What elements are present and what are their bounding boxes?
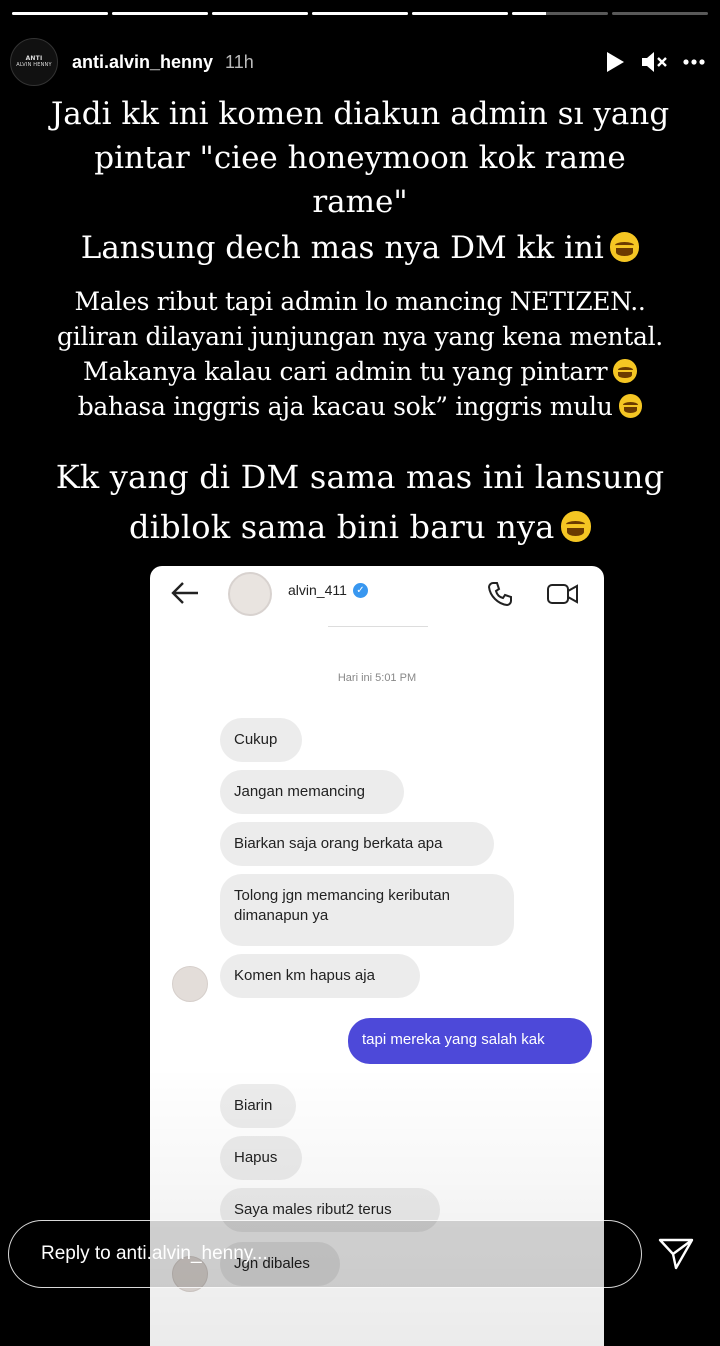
more-icon[interactable] [682, 50, 706, 74]
video-camera-icon [546, 580, 580, 613]
dm-message-text: Cukup [234, 731, 278, 748]
dm-date-label: Hari ini 5:01 PM [337, 672, 417, 684]
account-avatar[interactable]: ANTI ALVIN HENNY [10, 38, 58, 86]
story-text-line: diblok sama bini baru nya [129, 508, 555, 546]
back-arrow-icon [170, 580, 200, 611]
reply-placeholder: Reply to anti.alvin_henny... [41, 1243, 268, 1264]
progress-fill [12, 12, 108, 15]
rofl-emoji-icon [618, 394, 643, 418]
story-text-line: Males ribut tapi admin lo mancing NETIZE… [74, 287, 646, 316]
speaker-muted-icon[interactable] [640, 50, 668, 74]
dm-message-bubble: Jangan memancing [220, 770, 404, 814]
send-icon[interactable] [656, 1234, 696, 1279]
story-text-line: giliran dilayani junjungan nya yang kena… [57, 322, 663, 351]
dm-sender-avatar [172, 966, 208, 1002]
dm-message-bubble-outgoing: tapi mereka yang salah kak [348, 1018, 592, 1064]
story-text-line: Jadi kk ini komen diakun admin sı yang [50, 96, 670, 132]
story-text-block-3: Kk yang di DM sama mas ini lansung diblo… [0, 452, 720, 552]
dm-message-bubble: Komen km hapus aja [220, 954, 420, 998]
story-text-block-2: Males ribut tapi admin lo mancing NETIZE… [0, 284, 720, 424]
dm-message-text: Biarin [234, 1097, 273, 1114]
progress-fill [512, 12, 546, 15]
laughing-emoji-icon [609, 232, 640, 262]
phone-icon [486, 580, 514, 613]
story-header: ANTI ALVIN HENNY anti.alvin_henny 11h [10, 38, 706, 86]
play-icon[interactable] [604, 50, 626, 74]
dm-message-text: Komen km hapus aja [234, 967, 375, 984]
dm-message-text: Jangan memancing [234, 783, 365, 800]
progress-segment [212, 12, 308, 15]
story-text-line: bahasa inggris aja kacau sok” inggris mu… [77, 392, 613, 421]
laughing-emoji-icon [613, 359, 637, 383]
reply-input[interactable]: Reply to anti.alvin_henny... [8, 1220, 642, 1288]
laughing-emoji-icon [560, 511, 591, 542]
story-text-line: Lansung dech mas nya DM kk ini [80, 230, 604, 266]
story-text-line: Makanya kalau cari admin tu yang pintarr [83, 357, 608, 386]
progress-fill [212, 12, 308, 15]
dm-username: alvin_411 [288, 582, 347, 598]
dm-contact-avatar [228, 572, 272, 616]
dm-message-bubble: Biarin [220, 1084, 296, 1128]
progress-fill [312, 12, 408, 15]
dm-message-bubble: Hapus [220, 1136, 302, 1180]
verified-badge-icon: ✓ [352, 582, 368, 598]
story-progress-bar [12, 12, 708, 16]
progress-fill [112, 12, 208, 15]
avatar-logo-subtext: ALVIN HENNY [16, 62, 52, 68]
dm-message-text: Hapus [234, 1149, 278, 1166]
story-timestamp: 11h [225, 51, 254, 72]
dm-contact-name: alvin_411 ✓ [288, 582, 368, 598]
dm-message-bubble: Biarkan saja orang berkata apa [220, 822, 494, 866]
dm-message-text: Biarkan saja orang berkata apa [234, 835, 443, 852]
progress-segment [12, 12, 108, 15]
progress-segment [112, 12, 208, 15]
progress-segment [412, 12, 508, 15]
story-text-line: rame" [312, 184, 408, 220]
story-text-line: pintar "ciee honeymoon kok rame [94, 140, 626, 176]
dm-message-text: Saya males ribut2 terus [234, 1201, 392, 1218]
account-username[interactable]: anti.alvin_henny [72, 52, 213, 73]
dm-message-text: Tolong jgn memancing keributan dimanapun… [234, 887, 450, 924]
progress-fill [412, 12, 508, 15]
story-text-line: Kk yang di DM sama mas ini lansung [55, 458, 665, 496]
dm-message-bubble: Cukup [220, 718, 302, 762]
dm-message-bubble: Tolong jgn memancing keributan dimanapun… [220, 874, 514, 946]
progress-segment [512, 12, 608, 15]
progress-segment [612, 12, 708, 15]
progress-segment [312, 12, 408, 15]
dm-divider [328, 626, 428, 627]
story-text-block-1: Jadi kk ini komen diakun admin sı yang p… [0, 92, 720, 270]
dm-message-text: tapi mereka yang salah kak [362, 1031, 545, 1048]
